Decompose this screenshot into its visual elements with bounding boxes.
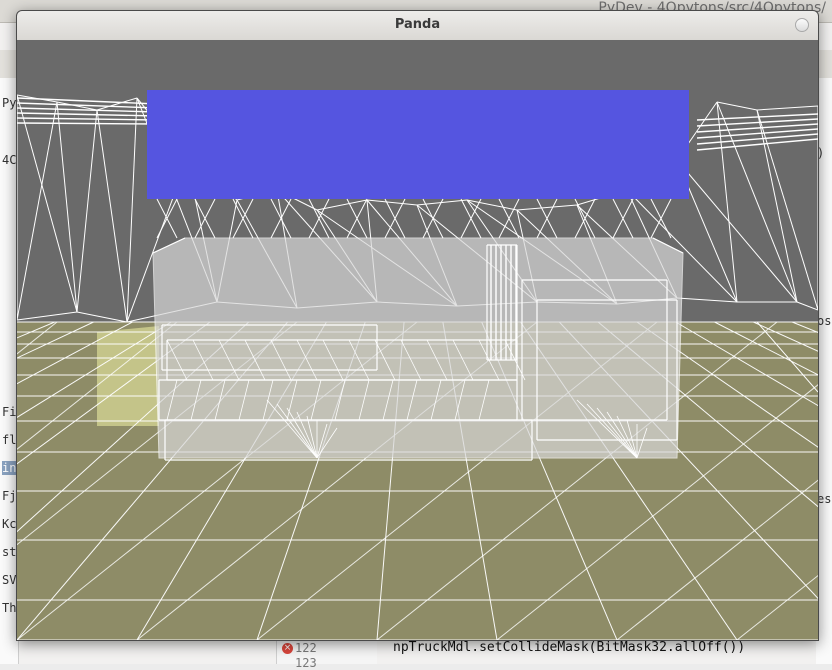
explorer-item[interactable]: Kc [2, 517, 16, 531]
wire-segment [17, 122, 158, 125]
wire-segment [17, 101, 58, 321]
wire-segment [676, 297, 738, 303]
line-number: 122 [295, 641, 317, 655]
explorer-item[interactable]: Fi [2, 405, 16, 419]
wire-segment [76, 109, 98, 313]
wire-segment [76, 311, 128, 323]
truck-box [152, 237, 684, 459]
panda-window: Panda [16, 10, 819, 641]
explorer-item[interactable]: st [2, 545, 16, 559]
wire-segment [17, 94, 78, 313]
blue-banner [147, 90, 689, 199]
wire-segment [716, 101, 738, 303]
wire-segment [56, 101, 78, 313]
wire-segment [17, 311, 78, 321]
wire-segment [516, 204, 578, 211]
wire-segment [366, 199, 418, 206]
wire-segment [696, 133, 818, 145]
3d-viewport[interactable] [17, 40, 818, 640]
wire-segment [796, 301, 818, 311]
wire-segment [126, 97, 138, 323]
wire-segment [96, 97, 138, 111]
close-button[interactable] [795, 18, 809, 32]
wire-segment [696, 138, 818, 151]
wire-segment [696, 113, 818, 121]
error-icon[interactable]: × [282, 643, 293, 654]
editor-fragment: es [817, 492, 832, 506]
explorer-item[interactable]: SV [2, 573, 16, 587]
explorer-item[interactable]: Th [2, 601, 16, 615]
panda-title-bar[interactable]: Panda [17, 11, 818, 41]
scene-render [17, 90, 818, 640]
window-title: Panda [394, 17, 441, 32]
code-line[interactable]: npTruckMdl.setCollideMask(BitMask32.allO… [393, 640, 745, 655]
explorer-item-selected[interactable]: in [2, 461, 17, 475]
line-number: 123 [295, 656, 317, 670]
wire-segment [96, 109, 128, 323]
editor-fragment: os [817, 314, 832, 328]
explorer-item[interactable]: 4C [2, 153, 16, 167]
wire-segment [756, 105, 818, 111]
wire-segment [716, 101, 758, 111]
